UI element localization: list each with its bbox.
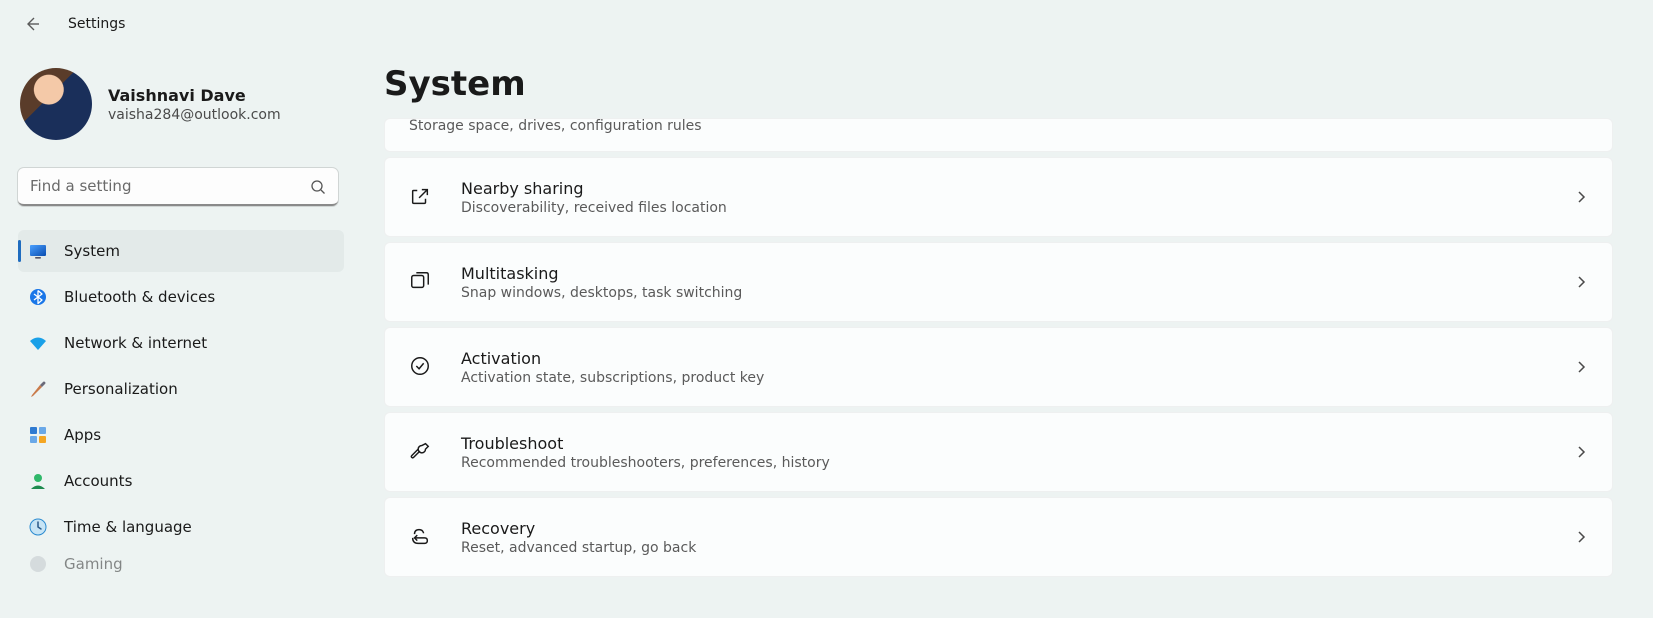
card-title: Recovery [461,519,1546,538]
search-icon [310,179,326,195]
wifi-icon [28,333,48,353]
card-subtitle: Discoverability, received files location [461,200,1546,216]
sidebar-item-system[interactable]: System [18,230,344,272]
sidebar-item-bluetooth[interactable]: Bluetooth & devices [18,276,344,318]
arrow-left-icon [24,16,40,32]
bluetooth-icon [28,287,48,307]
sidebar-item-label: Bluetooth & devices [64,288,215,306]
settings-card-nearby-sharing[interactable]: Nearby sharing Discoverability, received… [384,157,1613,237]
sidebar-item-label: Network & internet [64,334,207,352]
recovery-icon [409,525,433,549]
checkmark-circle-icon [409,355,433,379]
card-title: Multitasking [461,264,1546,283]
titlebar: Settings [0,0,1653,48]
sidebar-item-label: Gaming [64,555,123,573]
clock-globe-icon [28,517,48,537]
page-title: System [384,64,1613,104]
paintbrush-icon [28,379,48,399]
search-wrap [18,168,344,206]
settings-list: Storage Storage space, drives, configura… [384,118,1613,577]
settings-card-troubleshoot[interactable]: Troubleshoot Recommended troubleshooters… [384,412,1613,492]
sidebar-item-label: Accounts [64,472,132,490]
avatar [20,68,92,140]
profile-name: Vaishnavi Dave [108,86,281,105]
card-title: Activation [461,349,1546,368]
sidebar-item-network[interactable]: Network & internet [18,322,344,364]
settings-card-multitasking[interactable]: Multitasking Snap windows, desktops, tas… [384,242,1613,322]
sidebar-item-gaming[interactable]: Gaming [18,552,344,576]
sidebar-item-apps[interactable]: Apps [18,414,344,456]
apps-icon [28,425,48,445]
chevron-right-icon [1574,360,1588,374]
gamepad-icon [28,554,48,574]
content: Vaishnavi Dave vaisha284@outlook.com Sys… [0,48,1653,618]
profile-text: Vaishnavi Dave vaisha284@outlook.com [108,86,281,123]
sidebar-item-label: Apps [64,426,101,444]
wrench-icon [409,440,433,464]
card-title: Troubleshoot [461,434,1546,453]
sidebar-item-label: Personalization [64,380,178,398]
profile[interactable]: Vaishnavi Dave vaisha284@outlook.com [18,64,344,160]
card-subtitle: Recommended troubleshooters, preferences… [461,455,1546,471]
person-icon [28,471,48,491]
sidebar-item-label: Time & language [64,518,192,536]
settings-card-activation[interactable]: Activation Activation state, subscriptio… [384,327,1613,407]
nav: System Bluetooth & devices Network & int… [18,230,344,576]
chevron-right-icon [1574,530,1588,544]
share-icon [409,185,433,209]
profile-email: vaisha284@outlook.com [108,107,281,123]
chevron-right-icon [1574,190,1588,204]
main: System Storage Storage space, drives, co… [360,48,1653,618]
chevron-right-icon [1574,445,1588,459]
window-title: Settings [68,16,125,32]
card-subtitle: Reset, advanced startup, go back [461,540,1546,556]
card-subtitle: Snap windows, desktops, task switching [461,285,1546,301]
sidebar-item-label: System [64,242,120,260]
sidebar-item-time-language[interactable]: Time & language [18,506,344,548]
settings-card-storage[interactable]: Storage Storage space, drives, configura… [384,118,1613,152]
multitasking-icon [409,270,433,294]
chevron-right-icon [1574,275,1588,289]
sidebar-item-personalization[interactable]: Personalization [18,368,344,410]
search-input[interactable] [18,168,338,206]
display-icon [28,241,48,261]
settings-card-recovery[interactable]: Recovery Reset, advanced startup, go bac… [384,497,1613,577]
card-subtitle: Storage space, drives, configuration rul… [409,118,1588,134]
sidebar: Vaishnavi Dave vaisha284@outlook.com Sys… [0,48,360,618]
sidebar-item-accounts[interactable]: Accounts [18,460,344,502]
card-subtitle: Activation state, subscriptions, product… [461,370,1546,386]
card-title: Nearby sharing [461,179,1546,198]
back-button[interactable] [20,12,44,36]
